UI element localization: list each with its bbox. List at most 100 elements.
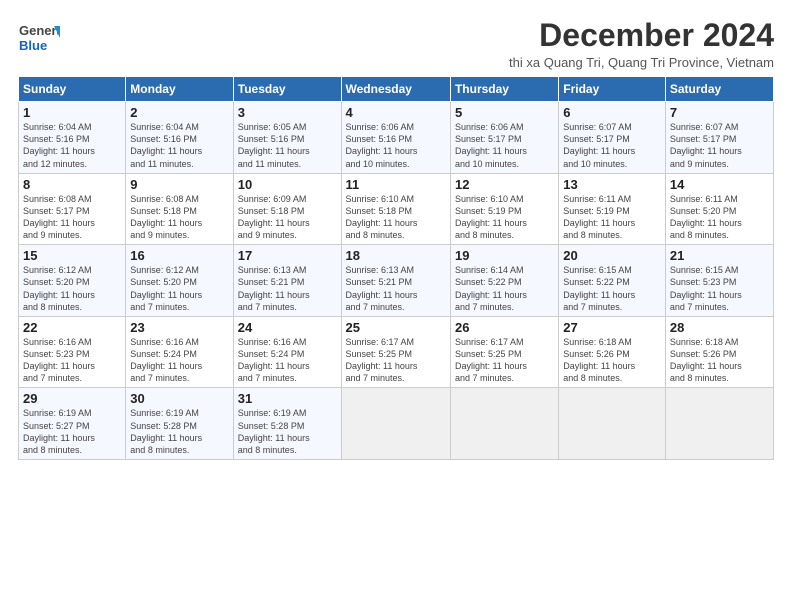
calendar-cell [665,388,773,460]
day-info: Sunrise: 6:06 AM Sunset: 5:17 PM Dayligh… [455,121,554,170]
calendar-cell: 26Sunrise: 6:17 AM Sunset: 5:25 PM Dayli… [450,316,558,388]
month-title: December 2024 [509,18,774,53]
day-info: Sunrise: 6:19 AM Sunset: 5:28 PM Dayligh… [238,407,337,456]
calendar-cell: 9Sunrise: 6:08 AM Sunset: 5:18 PM Daylig… [126,173,233,245]
day-number: 5 [455,105,554,120]
week-row-2: 8Sunrise: 6:08 AM Sunset: 5:17 PM Daylig… [19,173,774,245]
calendar-cell: 15Sunrise: 6:12 AM Sunset: 5:20 PM Dayli… [19,245,126,317]
calendar-cell: 17Sunrise: 6:13 AM Sunset: 5:21 PM Dayli… [233,245,341,317]
day-number: 22 [23,320,121,335]
day-number: 26 [455,320,554,335]
calendar-cell: 28Sunrise: 6:18 AM Sunset: 5:26 PM Dayli… [665,316,773,388]
day-info: Sunrise: 6:17 AM Sunset: 5:25 PM Dayligh… [346,336,446,385]
logo: General Blue [18,18,60,60]
day-info: Sunrise: 6:09 AM Sunset: 5:18 PM Dayligh… [238,193,337,242]
calendar-cell: 16Sunrise: 6:12 AM Sunset: 5:20 PM Dayli… [126,245,233,317]
week-row-4: 22Sunrise: 6:16 AM Sunset: 5:23 PM Dayli… [19,316,774,388]
day-number: 3 [238,105,337,120]
calendar-cell: 2Sunrise: 6:04 AM Sunset: 5:16 PM Daylig… [126,102,233,174]
calendar-cell: 27Sunrise: 6:18 AM Sunset: 5:26 PM Dayli… [559,316,666,388]
day-number: 1 [23,105,121,120]
day-info: Sunrise: 6:13 AM Sunset: 5:21 PM Dayligh… [238,264,337,313]
day-number: 27 [563,320,661,335]
day-info: Sunrise: 6:12 AM Sunset: 5:20 PM Dayligh… [130,264,228,313]
day-number: 25 [346,320,446,335]
col-wednesday: Wednesday [341,77,450,102]
calendar-cell: 4Sunrise: 6:06 AM Sunset: 5:16 PM Daylig… [341,102,450,174]
day-number: 9 [130,177,228,192]
day-number: 28 [670,320,769,335]
day-info: Sunrise: 6:12 AM Sunset: 5:20 PM Dayligh… [23,264,121,313]
day-number: 21 [670,248,769,263]
day-info: Sunrise: 6:06 AM Sunset: 5:16 PM Dayligh… [346,121,446,170]
logo-svg: General Blue [18,18,60,60]
day-info: Sunrise: 6:14 AM Sunset: 5:22 PM Dayligh… [455,264,554,313]
day-info: Sunrise: 6:04 AM Sunset: 5:16 PM Dayligh… [130,121,228,170]
day-number: 14 [670,177,769,192]
calendar-cell: 12Sunrise: 6:10 AM Sunset: 5:19 PM Dayli… [450,173,558,245]
day-number: 11 [346,177,446,192]
calendar-cell [559,388,666,460]
day-info: Sunrise: 6:10 AM Sunset: 5:18 PM Dayligh… [346,193,446,242]
week-row-3: 15Sunrise: 6:12 AM Sunset: 5:20 PM Dayli… [19,245,774,317]
calendar-cell: 14Sunrise: 6:11 AM Sunset: 5:20 PM Dayli… [665,173,773,245]
day-number: 18 [346,248,446,263]
calendar-cell: 13Sunrise: 6:11 AM Sunset: 5:19 PM Dayli… [559,173,666,245]
day-info: Sunrise: 6:16 AM Sunset: 5:23 PM Dayligh… [23,336,121,385]
calendar-cell: 24Sunrise: 6:16 AM Sunset: 5:24 PM Dayli… [233,316,341,388]
day-info: Sunrise: 6:11 AM Sunset: 5:20 PM Dayligh… [670,193,769,242]
col-friday: Friday [559,77,666,102]
calendar-cell: 29Sunrise: 6:19 AM Sunset: 5:27 PM Dayli… [19,388,126,460]
day-number: 20 [563,248,661,263]
svg-text:Blue: Blue [19,38,47,53]
day-info: Sunrise: 6:11 AM Sunset: 5:19 PM Dayligh… [563,193,661,242]
day-number: 31 [238,391,337,406]
day-number: 16 [130,248,228,263]
calendar-cell: 11Sunrise: 6:10 AM Sunset: 5:18 PM Dayli… [341,173,450,245]
calendar-cell: 23Sunrise: 6:16 AM Sunset: 5:24 PM Dayli… [126,316,233,388]
day-info: Sunrise: 6:15 AM Sunset: 5:23 PM Dayligh… [670,264,769,313]
day-number: 2 [130,105,228,120]
day-info: Sunrise: 6:05 AM Sunset: 5:16 PM Dayligh… [238,121,337,170]
calendar-cell: 21Sunrise: 6:15 AM Sunset: 5:23 PM Dayli… [665,245,773,317]
day-info: Sunrise: 6:13 AM Sunset: 5:21 PM Dayligh… [346,264,446,313]
day-info: Sunrise: 6:08 AM Sunset: 5:18 PM Dayligh… [130,193,228,242]
header: General Blue December 2024 thi xa Quang … [18,18,774,70]
calendar-cell: 3Sunrise: 6:05 AM Sunset: 5:16 PM Daylig… [233,102,341,174]
day-info: Sunrise: 6:19 AM Sunset: 5:27 PM Dayligh… [23,407,121,456]
calendar-cell: 10Sunrise: 6:09 AM Sunset: 5:18 PM Dayli… [233,173,341,245]
day-info: Sunrise: 6:19 AM Sunset: 5:28 PM Dayligh… [130,407,228,456]
calendar-cell: 22Sunrise: 6:16 AM Sunset: 5:23 PM Dayli… [19,316,126,388]
day-number: 10 [238,177,337,192]
page: General Blue December 2024 thi xa Quang … [0,0,792,612]
calendar-cell: 8Sunrise: 6:08 AM Sunset: 5:17 PM Daylig… [19,173,126,245]
calendar-cell: 5Sunrise: 6:06 AM Sunset: 5:17 PM Daylig… [450,102,558,174]
calendar-cell: 30Sunrise: 6:19 AM Sunset: 5:28 PM Dayli… [126,388,233,460]
day-number: 8 [23,177,121,192]
calendar-header-row: Sunday Monday Tuesday Wednesday Thursday… [19,77,774,102]
day-number: 30 [130,391,228,406]
day-info: Sunrise: 6:15 AM Sunset: 5:22 PM Dayligh… [563,264,661,313]
day-info: Sunrise: 6:10 AM Sunset: 5:19 PM Dayligh… [455,193,554,242]
calendar-cell: 19Sunrise: 6:14 AM Sunset: 5:22 PM Dayli… [450,245,558,317]
calendar-table: Sunday Monday Tuesday Wednesday Thursday… [18,76,774,460]
calendar-cell: 7Sunrise: 6:07 AM Sunset: 5:17 PM Daylig… [665,102,773,174]
week-row-5: 29Sunrise: 6:19 AM Sunset: 5:27 PM Dayli… [19,388,774,460]
col-sunday: Sunday [19,77,126,102]
day-number: 15 [23,248,121,263]
calendar-cell: 31Sunrise: 6:19 AM Sunset: 5:28 PM Dayli… [233,388,341,460]
day-info: Sunrise: 6:18 AM Sunset: 5:26 PM Dayligh… [670,336,769,385]
day-number: 12 [455,177,554,192]
day-info: Sunrise: 6:07 AM Sunset: 5:17 PM Dayligh… [563,121,661,170]
calendar-cell: 25Sunrise: 6:17 AM Sunset: 5:25 PM Dayli… [341,316,450,388]
day-number: 24 [238,320,337,335]
calendar-cell: 18Sunrise: 6:13 AM Sunset: 5:21 PM Dayli… [341,245,450,317]
day-number: 23 [130,320,228,335]
day-info: Sunrise: 6:04 AM Sunset: 5:16 PM Dayligh… [23,121,121,170]
col-monday: Monday [126,77,233,102]
title-block: December 2024 thi xa Quang Tri, Quang Tr… [509,18,774,70]
col-saturday: Saturday [665,77,773,102]
svg-text:General: General [19,23,60,38]
day-info: Sunrise: 6:16 AM Sunset: 5:24 PM Dayligh… [238,336,337,385]
day-info: Sunrise: 6:18 AM Sunset: 5:26 PM Dayligh… [563,336,661,385]
